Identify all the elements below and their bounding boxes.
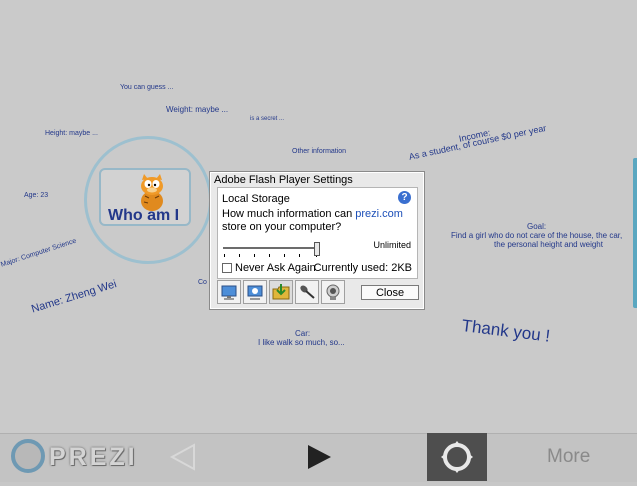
storage-slider-track[interactable] xyxy=(223,247,317,249)
tab-microphone[interactable] xyxy=(295,280,319,304)
question-prefix: How much information can xyxy=(222,208,356,220)
prezi-logo-icon[interactable] xyxy=(11,439,45,473)
side-edge-handle[interactable] xyxy=(633,158,637,308)
prezi-logo-text[interactable]: PREZI xyxy=(49,443,138,472)
fullscreen-settings-button[interactable] xyxy=(427,433,487,481)
folder-icon xyxy=(272,284,290,300)
tab-camera[interactable] xyxy=(321,280,345,304)
currently-used-text: Currently used: 2KB xyxy=(313,262,412,274)
tab-local-storage[interactable] xyxy=(269,280,293,304)
slider-tick xyxy=(254,254,255,257)
canvas-text-age: Age: 23 xyxy=(24,192,49,199)
canvas-text-name: Name: Zheng Wei xyxy=(30,278,119,316)
never-ask-checkbox[interactable] xyxy=(222,263,232,273)
canvas-text-height: Height: maybe ... xyxy=(45,130,98,137)
microphone-icon xyxy=(300,285,315,299)
local-storage-heading: Local Storage xyxy=(222,193,290,205)
storage-slider-thumb[interactable] xyxy=(314,242,320,256)
slider-tick xyxy=(269,254,270,257)
webcam-icon xyxy=(326,284,340,300)
never-ask-label[interactable]: Never Ask Again xyxy=(235,262,316,274)
close-button[interactable]: Close xyxy=(361,285,419,300)
domain-link[interactable]: prezi.com xyxy=(355,208,403,220)
who-am-i-title: Who am I xyxy=(108,207,180,224)
privacy-monitor-icon xyxy=(247,285,263,300)
flash-settings-dialog: Adobe Flash Player Settings Local Storag… xyxy=(209,171,425,310)
dialog-title: Adobe Flash Player Settings xyxy=(214,174,353,186)
canvas-text-secret: is a secret ... xyxy=(250,116,285,122)
local-storage-panel: Local Storage ? How much information can… xyxy=(217,187,418,279)
storage-question: How much information can prezi.com store … xyxy=(222,208,412,234)
canvas-text-goal-line1: Find a girl who do not care of the house… xyxy=(451,231,623,240)
canvas-text-major: Major: Computer Science xyxy=(0,237,78,269)
next-arrow-icon[interactable] xyxy=(300,438,340,476)
slider-tick xyxy=(284,254,285,257)
canvas-text-thanks: Thank you ! xyxy=(460,316,552,346)
tab-privacy[interactable] xyxy=(243,280,267,304)
canvas-text-goal-line2: the personal height and weight xyxy=(494,240,603,249)
canvas-text-car: I like walk so much, so... xyxy=(258,338,345,347)
fullscreen-icon xyxy=(441,441,473,473)
help-icon[interactable]: ? xyxy=(398,191,411,204)
monitor-icon xyxy=(221,285,237,300)
tab-display[interactable] xyxy=(217,280,241,304)
canvas-text-weight: Weight: maybe ... xyxy=(166,105,229,114)
canvas-text-partial: Co xyxy=(198,279,207,286)
previous-arrow-icon[interactable] xyxy=(164,438,204,476)
slider-tick xyxy=(224,254,225,257)
canvas-text-other: Other information xyxy=(292,148,347,155)
slider-tick xyxy=(299,254,300,257)
slider-tick xyxy=(239,254,240,257)
more-button[interactable]: More xyxy=(547,446,590,468)
canvas-text-goal-title: Goal: xyxy=(527,222,547,231)
canvas-text-guess: You can guess ... xyxy=(120,84,174,91)
question-suffix: store on your computer? xyxy=(222,221,342,233)
slider-value-label: Unlimited xyxy=(373,240,411,250)
canvas-text-car-title: Car: xyxy=(295,329,311,338)
